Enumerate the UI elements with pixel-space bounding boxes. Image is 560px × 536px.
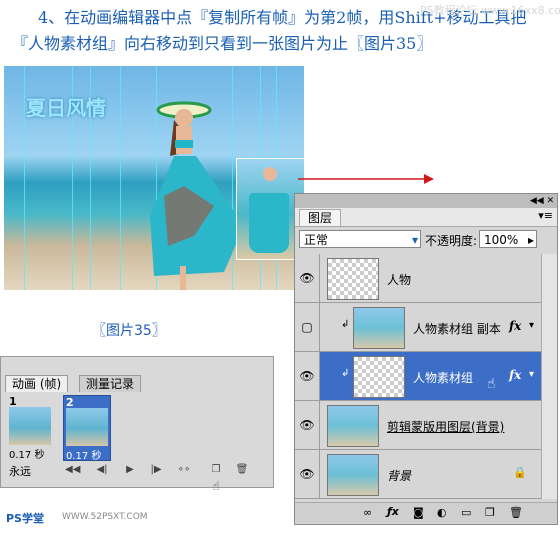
layer-row-background[interactable]: 👁 背景 🔒 [295,450,541,499]
eye-icon[interactable]: 👁 [295,254,320,302]
chevron-down-icon: ▾ [411,233,418,247]
layers-scrollbar[interactable] [541,254,557,499]
tab-animation[interactable]: 动画 (帧) [5,375,69,392]
lock-icon: 🔒 [513,466,527,479]
figure-caption: 〖图片35〗 [92,323,166,339]
frame-2[interactable]: 2 0.17 秒 [63,395,111,462]
layer-row-clip-bg[interactable]: 👁 剪辑蒙版用图层(背景) [295,401,541,450]
layer-thumbnail [327,454,379,496]
tab-measurement-log[interactable]: 测量记录 [79,375,142,392]
expand-arrow-icon[interactable]: ▾ [529,320,534,331]
frame-thumbnail [9,407,51,445]
layer-name[interactable]: 背景 [387,467,411,484]
fx-icon[interactable]: fx [509,368,521,382]
group-icon[interactable]: ▭ [461,506,471,519]
tween-icon[interactable]: ∘∘ [177,463,191,477]
chevron-right-icon: ▸ [527,233,534,247]
layer-thumbnail [353,356,405,398]
layer-name[interactable]: 人物素材组 副本 [413,320,501,337]
mask-icon[interactable]: ◙ [413,506,424,519]
blend-mode-select[interactable]: 正常 ▾ [299,230,421,248]
layer-name[interactable]: 剪辑蒙版用图层(背景) [387,418,504,435]
layer-row-person[interactable]: 👁 人物 [295,254,541,303]
clip-arrow-icon: ↲ [341,319,350,330]
frame-duration[interactable]: 0.17 秒 [66,447,101,462]
watermark: PS教程论坛 www.16xx8.com [420,4,560,17]
frame-1[interactable]: 1 0.17 秒 [7,395,53,461]
fx-add-icon[interactable]: ƒx [387,505,399,518]
photo-title-overlay: 夏日风情 [26,96,106,120]
layer-row-group[interactable]: 👁 ↲ 人物素材组 fx ▾ ☝ [295,352,541,401]
eye-icon[interactable]: 👁 [295,401,320,449]
new-layer-icon[interactable]: ❐ [485,506,495,519]
instruction-line-2: 『人物素材组』向右移动到只看到一张图片为止〖图片35〗 [12,34,433,53]
tab-layers[interactable]: 图层 [299,209,342,226]
prev-frame-icon[interactable]: ◀| [95,463,109,477]
visibility-toggle[interactable]: ▢ [295,303,320,351]
hand-cursor-icon: ☝ [212,479,220,493]
canvas-photo: 夏日风情 [4,66,304,290]
blend-mode-value: 正常 [304,233,329,247]
footer-logo-left: PS学堂 [6,512,44,525]
duplicate-frame-icon[interactable]: ❐ [209,463,223,477]
opacity-label: 不透明度: [425,234,478,248]
next-frame-icon[interactable]: |▶ [149,463,163,477]
layers-title-bar: 图层 ▾≡ [295,208,557,227]
hand-cursor-icon: ☝ [487,376,496,392]
trash-icon[interactable]: 🗑 [509,506,523,519]
layer-row-group-copy[interactable]: ▢ ↲ 人物素材组 副本 fx ▾ [295,303,541,352]
layer-name[interactable]: 人物 [387,271,411,288]
expand-arrow-icon[interactable]: ▾ [529,369,534,380]
layers-footer-toolbar: ∞ ƒx ◙ ◐ ▭ ❐ 🗑 [295,502,557,523]
footer-logo-right: WWW.52PSXT.COM [62,512,148,522]
move-arrow [298,174,434,184]
loop-select[interactable]: 永远 [9,463,31,479]
frame-thumbnail [66,408,108,446]
fx-icon[interactable]: fx [509,319,521,333]
frame-duration[interactable]: 0.17 秒 [9,446,44,461]
eye-icon[interactable]: 👁 [295,352,320,400]
layer-thumbnail [327,405,379,447]
panel-header-bar: ◀◀ ✕ [295,194,557,208]
animation-panel: 动画 (帧) 测量记录 1 0.17 秒 2 0.17 秒 永远 ◀◀ ◀| ▶… [0,356,274,493]
first-frame-icon[interactable]: ◀◀ [65,463,80,477]
eye-icon[interactable]: 👁 [295,450,320,498]
clip-arrow-icon: ↲ [341,368,350,379]
play-icon[interactable]: ▶ [123,463,137,477]
trash-icon[interactable]: 🗑 [235,463,249,477]
layer-thumbnail [327,258,379,300]
layers-panel: ◀◀ ✕ 图层 ▾≡ 正常 ▾ 不透明度: 100% ▸ 👁 人物 ▢ ↲ 人物… [294,193,558,525]
adjustment-icon[interactable]: ◐ [437,506,447,519]
opacity-field[interactable]: 100% ▸ [479,230,537,248]
link-icon[interactable]: ∞ [363,506,372,519]
panel-menu-icon[interactable]: ▾≡ [538,209,553,222]
layer-thumbnail [353,307,405,349]
opacity-value: 100% [484,233,519,247]
layer-name[interactable]: 人物素材组 [413,369,473,386]
